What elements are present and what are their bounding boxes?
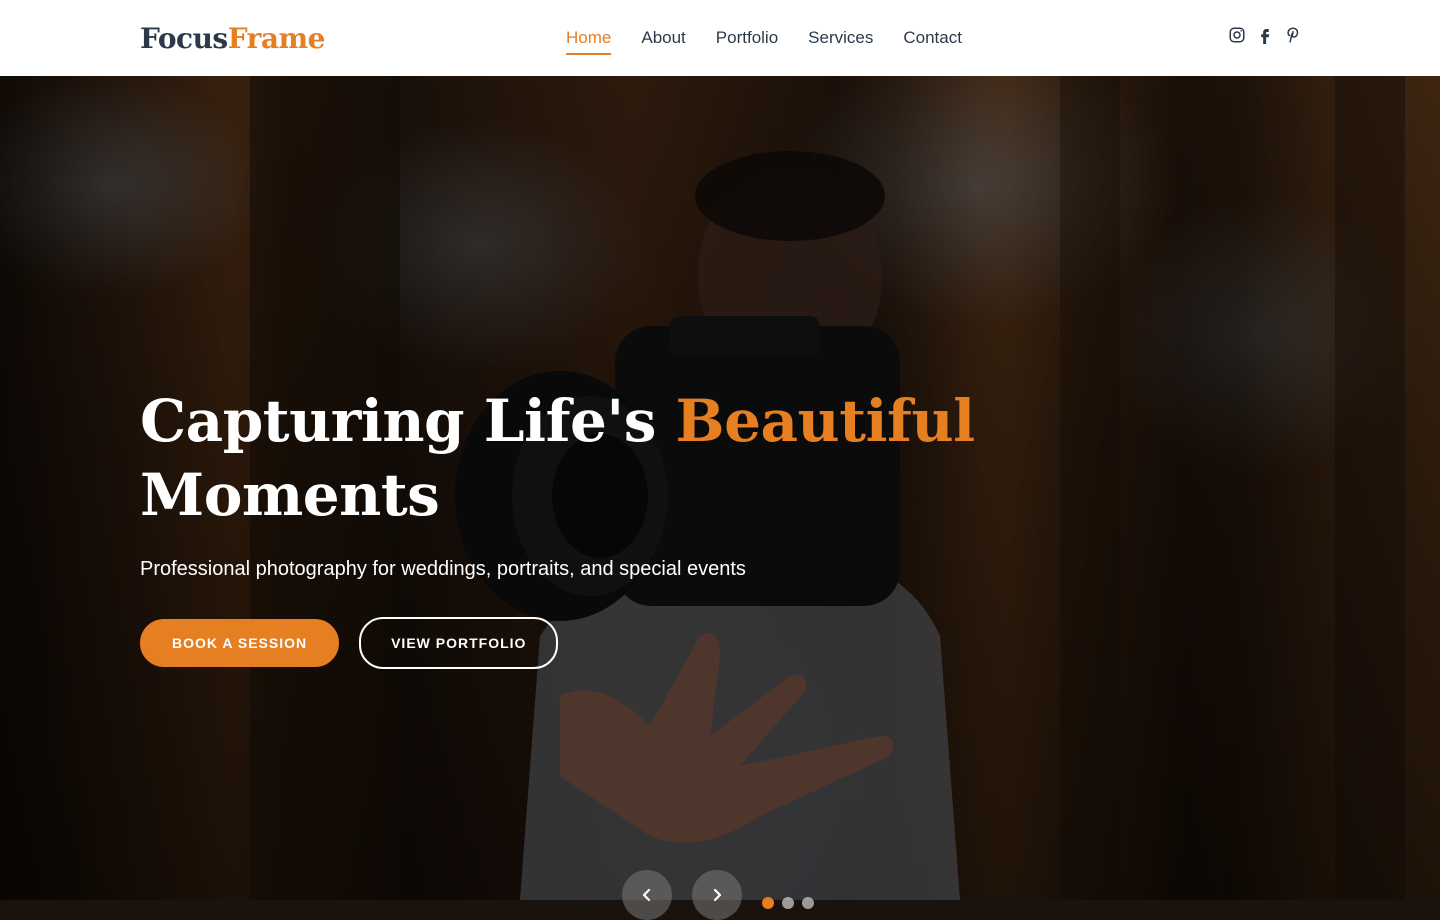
hero-subtitle: Professional photography for weddings, p… bbox=[140, 558, 746, 580]
brand-logo[interactable]: FocusFrame bbox=[140, 22, 325, 55]
site-header: FocusFrame Home About Portfolio Services… bbox=[0, 0, 1440, 76]
hero-actions: Book a Session View Portfolio bbox=[140, 617, 1000, 669]
nav-item-services[interactable]: Services bbox=[808, 24, 873, 52]
brand-name-accent: Frame bbox=[227, 21, 326, 55]
hero-title-accent: Beautiful bbox=[675, 387, 976, 455]
chevron-left-icon[interactable] bbox=[622, 870, 672, 920]
book-session-button[interactable]: Book a Session bbox=[140, 619, 340, 667]
carousel-controls bbox=[622, 870, 814, 920]
nav-item-about[interactable]: About bbox=[641, 24, 685, 52]
hero-content: Capturing Life's Beautiful Moments Profe… bbox=[140, 384, 1000, 669]
hero-title-part1: Capturing Life's bbox=[140, 387, 676, 455]
view-portfolio-button[interactable]: View Portfolio bbox=[359, 617, 559, 669]
nav-item-home[interactable]: Home bbox=[566, 24, 612, 55]
hero-section: Capturing Life's Beautiful Moments Profe… bbox=[0, 76, 1440, 900]
pinterest-icon[interactable] bbox=[1284, 26, 1302, 44]
hero-title-part2: Moments bbox=[140, 461, 440, 529]
nav-item-contact[interactable]: Contact bbox=[903, 24, 962, 52]
facebook-icon[interactable] bbox=[1256, 26, 1274, 44]
main-nav: Home About Portfolio Services Contact bbox=[566, 0, 962, 76]
carousel-dot-1[interactable] bbox=[762, 897, 774, 909]
chevron-right-icon[interactable] bbox=[692, 870, 742, 920]
instagram-icon[interactable] bbox=[1228, 26, 1246, 44]
hero-title: Capturing Life's Beautiful Moments bbox=[140, 384, 1000, 532]
carousel-dot-3[interactable] bbox=[802, 897, 814, 909]
social-links bbox=[1228, 26, 1302, 44]
carousel-dot-2[interactable] bbox=[782, 897, 794, 909]
nav-item-portfolio[interactable]: Portfolio bbox=[716, 24, 778, 52]
carousel-dots bbox=[762, 881, 814, 909]
brand-name-primary: Focus bbox=[140, 21, 228, 55]
